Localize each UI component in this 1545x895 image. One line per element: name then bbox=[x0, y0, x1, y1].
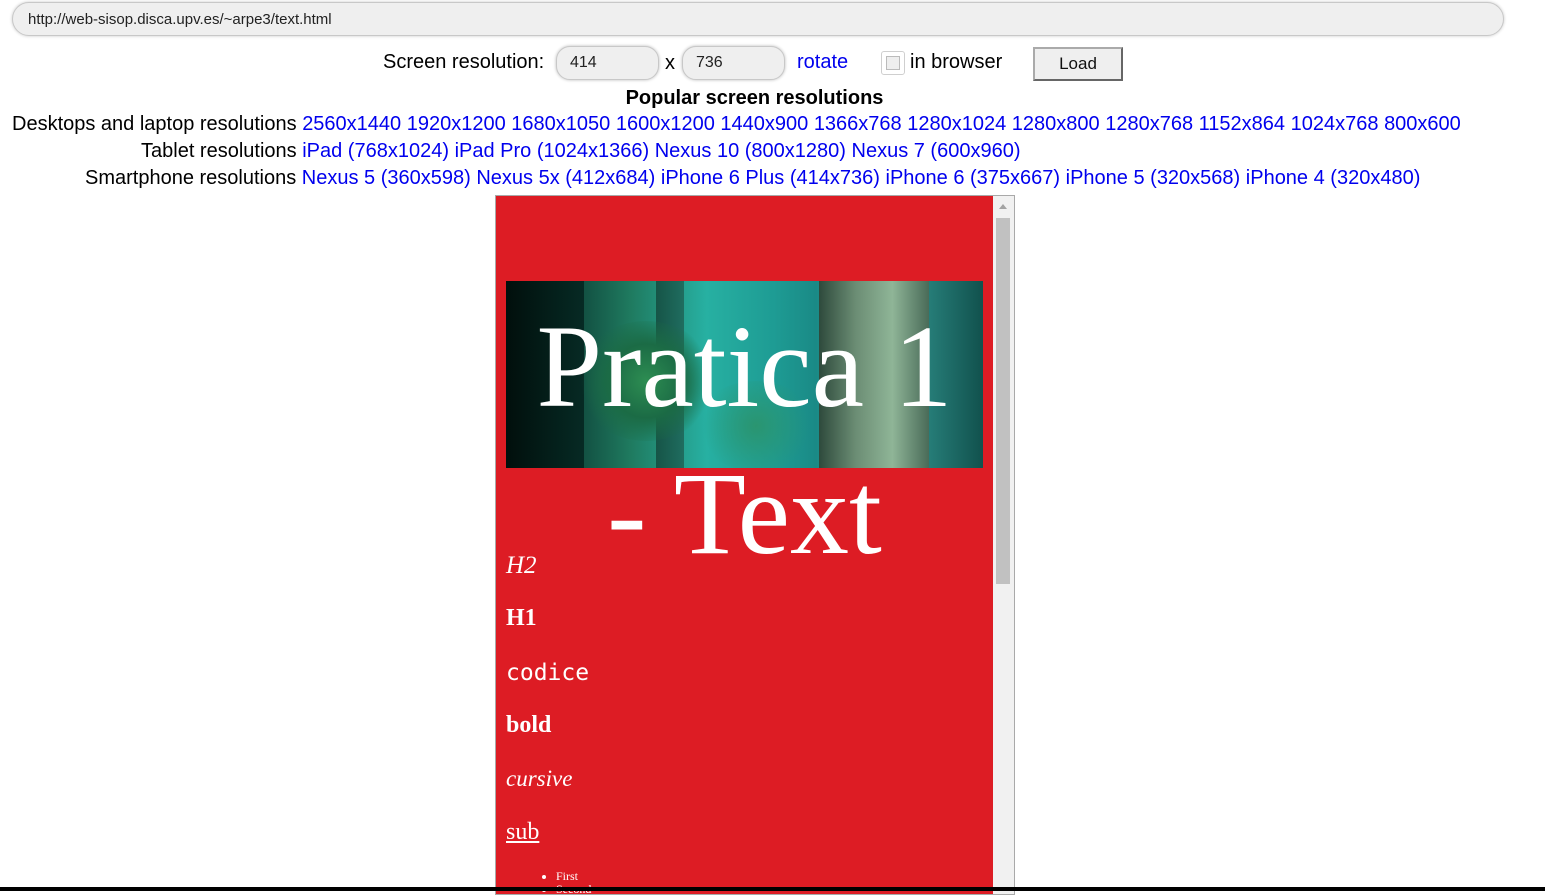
smartphone-resolutions-label: Smartphone resolutions bbox=[85, 167, 297, 189]
scroll-up-arrow-icon[interactable] bbox=[999, 204, 1007, 209]
smartphone-resolution-link[interactable]: iPhone 6 Plus (414x736) bbox=[661, 167, 880, 189]
preview-page: Pratica 1 - Text H2 H1 codice bold cursi… bbox=[496, 196, 993, 895]
heading-line-2: - Text bbox=[607, 448, 882, 579]
tablet-resolution-link[interactable]: iPad Pro (1024x1366) bbox=[455, 140, 650, 162]
desktop-resolution-link[interactable]: 1280x768 bbox=[1105, 113, 1193, 135]
popular-resolutions-title: Popular screen resolutions bbox=[625, 87, 884, 109]
smartphone-resolution-link[interactable]: iPhone 5 (320x568) bbox=[1066, 167, 1241, 189]
desktop-resolution-link[interactable]: 1680x1050 bbox=[511, 113, 610, 135]
scrollbar-thumb[interactable] bbox=[996, 218, 1010, 584]
smartphone-resolutions-row: Smartphone resolutions Nexus 5 (360x598)… bbox=[85, 167, 1420, 190]
bottom-border bbox=[0, 887, 1545, 891]
tablet-resolution-link[interactable]: Nexus 10 (800x1280) bbox=[655, 140, 846, 162]
desktop-resolution-link[interactable]: 1280x1024 bbox=[907, 113, 1006, 135]
desktop-resolution-link[interactable]: 1440x900 bbox=[720, 113, 808, 135]
smartphone-resolution-link[interactable]: iPhone 6 (375x667) bbox=[886, 167, 1061, 189]
preview-scrollbar[interactable] bbox=[993, 196, 1014, 894]
tablet-resolutions-row: Tablet resolutions iPad (768x1024) iPad … bbox=[141, 140, 1020, 163]
preview-sub-link[interactable]: sub bbox=[506, 819, 539, 846]
url-input[interactable] bbox=[12, 2, 1504, 36]
smartphone-resolution-link[interactable]: Nexus 5x (412x684) bbox=[476, 167, 655, 189]
desktop-resolution-link[interactable]: 800x600 bbox=[1384, 113, 1461, 135]
tablet-resolution-link[interactable]: iPad (768x1024) bbox=[302, 140, 449, 162]
preview-h2-text: H2 bbox=[506, 552, 537, 579]
width-input[interactable] bbox=[556, 46, 659, 80]
smartphone-resolution-link[interactable]: Nexus 5 (360x598) bbox=[302, 167, 471, 189]
preview-cursive-text: cursive bbox=[506, 766, 573, 791]
screen-resolution-label: Screen resolution: bbox=[383, 51, 545, 73]
desktop-resolution-link[interactable]: 2560x1440 bbox=[302, 113, 401, 135]
desktop-resolution-link[interactable]: 1152x864 bbox=[1199, 113, 1285, 135]
in-browser-label: in browser bbox=[910, 51, 1003, 73]
tablet-resolutions-label: Tablet resolutions bbox=[141, 140, 297, 162]
in-browser-checkbox[interactable] bbox=[881, 51, 905, 75]
load-button[interactable]: Load bbox=[1033, 47, 1123, 81]
preview-bold-text: bold bbox=[506, 712, 552, 738]
tablet-resolution-link[interactable]: Nexus 7 (600x960) bbox=[852, 140, 1021, 162]
desktop-resolutions-row: Desktops and laptop resolutions 2560x144… bbox=[12, 113, 1461, 136]
preview-h1-text: H1 bbox=[506, 605, 537, 631]
device-preview-frame: Pratica 1 - Text H2 H1 codice bold cursi… bbox=[495, 195, 1015, 895]
desktop-resolution-link[interactable]: 1366x768 bbox=[814, 113, 902, 135]
preview-list: First Second bbox=[538, 870, 591, 895]
rotate-link[interactable]: rotate bbox=[797, 51, 848, 74]
resolution-separator: x bbox=[665, 52, 675, 74]
desktop-resolutions-label: Desktops and laptop resolutions bbox=[12, 113, 297, 135]
desktop-resolution-link[interactable]: 1280x800 bbox=[1012, 113, 1100, 135]
heading-line-1: Pratica 1 bbox=[536, 301, 953, 432]
desktop-resolution-link[interactable]: 1600x1200 bbox=[616, 113, 715, 135]
smartphone-resolution-link[interactable]: iPhone 4 (320x480) bbox=[1246, 167, 1421, 189]
resolution-controls: Screen resolution: x rotate in browser L… bbox=[0, 45, 1545, 81]
desktop-resolution-link[interactable]: 1024x768 bbox=[1291, 113, 1379, 135]
height-input[interactable] bbox=[682, 46, 785, 80]
desktop-resolution-link[interactable]: 1920x1200 bbox=[407, 113, 506, 135]
preview-main-heading: Pratica 1 - Text bbox=[496, 293, 993, 587]
preview-code-text: codice bbox=[506, 660, 590, 686]
